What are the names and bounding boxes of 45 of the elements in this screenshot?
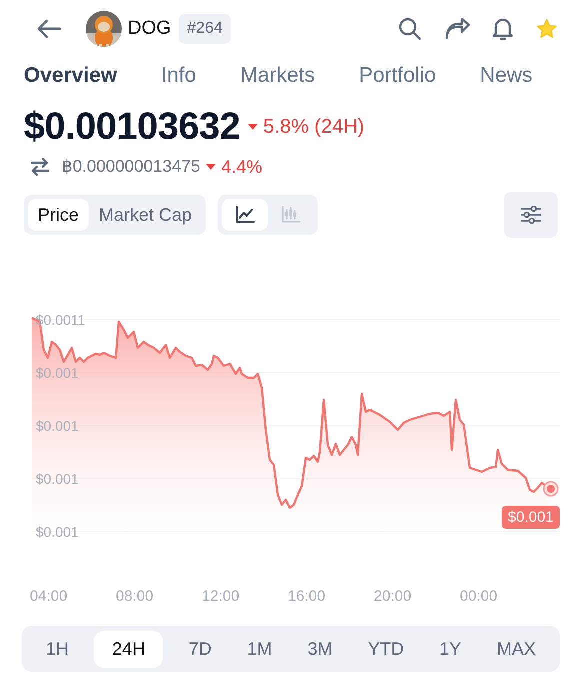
axis-label: $0.001: [36, 470, 80, 489]
range-option[interactable]: 1H: [36, 630, 80, 668]
tab[interactable]: News: [480, 64, 533, 88]
range-option[interactable]: 3M: [298, 630, 343, 668]
share-icon[interactable]: [444, 18, 470, 40]
price-value: $0.00103632: [24, 106, 240, 148]
metric-option[interactable]: Price: [28, 199, 90, 231]
rank-badge: #264: [179, 14, 231, 44]
axis-label: $0.001: [36, 417, 80, 436]
axis-label: 00:00: [460, 588, 499, 605]
btc-change: 4.4%: [221, 156, 262, 178]
price-change: 5.8% (24H): [263, 116, 365, 138]
star-icon[interactable]: [536, 18, 558, 40]
axis-label: $0.0011: [36, 311, 86, 330]
range-option[interactable]: 7D: [178, 630, 222, 668]
axis-label: 20:00: [374, 588, 413, 605]
swap-icon[interactable]: [30, 158, 50, 176]
tab[interactable]: Info: [161, 64, 196, 88]
chart-type-option[interactable]: [222, 199, 268, 231]
line-chart-icon: [235, 206, 256, 224]
axis-label: 08:00: [116, 588, 155, 605]
axis-label: 16:00: [288, 588, 327, 605]
search-icon[interactable]: [398, 17, 422, 41]
sliders-icon: [520, 206, 542, 224]
coin-name: DOG: [128, 18, 172, 40]
btc-price: ฿0.000000013475: [62, 157, 200, 177]
axis-label: 12:00: [202, 588, 241, 605]
metric-option[interactable]: Market Cap: [89, 199, 202, 231]
back-arrow-icon[interactable]: [36, 19, 62, 39]
range-option[interactable]: YTD: [358, 630, 414, 668]
tab[interactable]: Markets: [240, 64, 316, 88]
axis-label: $0.001: [36, 523, 80, 542]
range-option[interactable]: 1Y: [430, 630, 472, 668]
current-price-tag: $0.001: [502, 506, 560, 529]
tab[interactable]: Portfolio: [359, 64, 436, 88]
axis-label: 04:00: [30, 588, 69, 605]
range-option[interactable]: 1M: [237, 630, 282, 668]
candlestick-icon: [281, 206, 302, 224]
range-option[interactable]: MAX: [486, 630, 546, 668]
bell-icon[interactable]: [492, 17, 514, 41]
axis-label: $0.001: [36, 364, 80, 383]
range-option[interactable]: 24H: [94, 630, 164, 668]
current-point-marker: [543, 481, 559, 497]
tab[interactable]: Overview: [24, 64, 118, 88]
settings-button[interactable]: [504, 192, 558, 238]
